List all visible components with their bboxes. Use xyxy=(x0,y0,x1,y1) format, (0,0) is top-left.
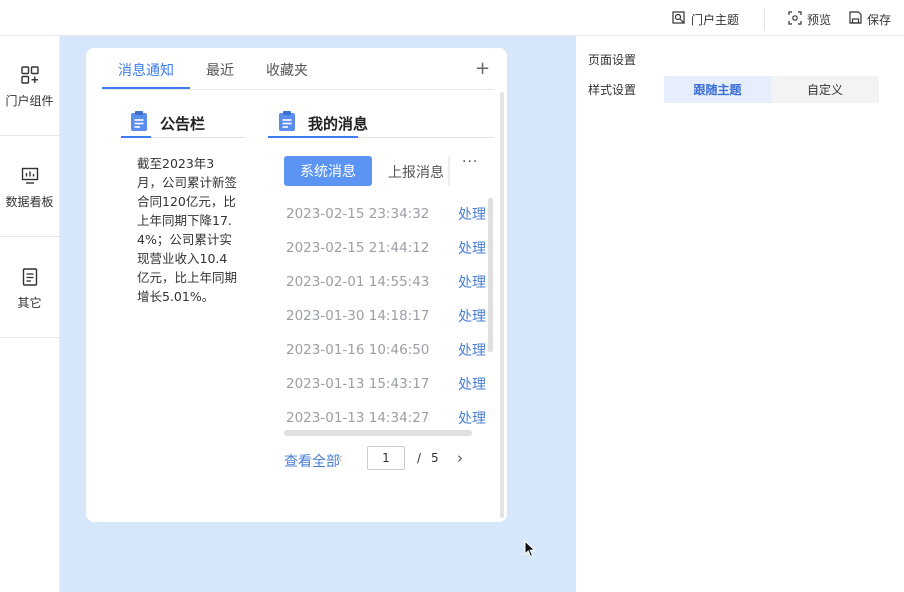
handle-link[interactable]: 处理 xyxy=(458,204,486,224)
message-row: 2023-01-30 14:18:17 处理 xyxy=(286,306,486,326)
message-row: 2023-02-01 14:55:43 处理 xyxy=(286,272,486,292)
top-toolbar: 门户主题 预览 保存 xyxy=(0,0,904,36)
add-tab-button[interactable]: + xyxy=(475,58,490,79)
message-row: 2023-01-13 14:34:27 处理 xyxy=(286,408,486,428)
preview-label: 预览 xyxy=(807,12,832,27)
dashboard-icon xyxy=(21,167,39,187)
messages-title: 我的消息 xyxy=(308,114,369,133)
card-scrollbar[interactable] xyxy=(500,92,504,518)
style-settings-label: 样式设置 xyxy=(588,83,637,97)
clipboard-icon xyxy=(130,110,148,136)
page-separator: / xyxy=(417,451,422,465)
page-number-input[interactable] xyxy=(367,446,405,470)
sidebar-item-other[interactable]: 其它 xyxy=(0,238,59,338)
message-row: 2023-02-15 23:34:32 处理 xyxy=(286,204,486,224)
tab-favorites[interactable]: 收藏夹 xyxy=(266,60,308,80)
message-time: 2023-02-15 21:44:12 xyxy=(286,240,430,256)
sidebar-item-data-dashboard[interactable]: 数据看板 xyxy=(0,137,59,237)
clipboard-icon xyxy=(278,110,296,136)
save-icon xyxy=(849,11,867,27)
theme-icon xyxy=(672,10,691,28)
bulletin-text: 截至2023年3月，公司累计新签合同120亿元，比上年同期下降17.4%；公司累… xyxy=(137,156,238,304)
report-messages-button[interactable]: 上报消息 xyxy=(388,162,444,182)
message-time: 2023-01-13 15:43:17 xyxy=(286,376,430,392)
message-time: 2023-01-13 14:34:27 xyxy=(286,410,430,426)
preview-button[interactable]: 预览 xyxy=(788,10,831,28)
bulletin-header: 公告栏 xyxy=(130,108,205,138)
messages-vertical-scrollbar[interactable] xyxy=(488,198,493,352)
handle-link[interactable]: 处理 xyxy=(458,374,486,394)
page-total: 5 xyxy=(431,451,439,465)
page-settings-heading: 页面设置 xyxy=(588,53,637,67)
sidebar-item-label: 门户组件 xyxy=(5,94,54,108)
handle-link[interactable]: 处理 xyxy=(458,340,486,360)
sidebar-item-label: 其它 xyxy=(17,296,42,310)
next-page-button[interactable]: › xyxy=(457,449,463,467)
document-icon xyxy=(22,268,38,288)
message-time: 2023-02-01 14:55:43 xyxy=(286,274,430,290)
custom-option[interactable]: 自定义 xyxy=(771,76,879,103)
sidebar-item-portal-components[interactable]: 门户组件 xyxy=(0,36,59,136)
component-sidebar: 门户组件 数据看板 其它 xyxy=(0,36,60,592)
card-tabs: 消息通知 最近 收藏夹 xyxy=(102,56,494,90)
message-row: 2023-01-13 15:43:17 处理 xyxy=(286,374,486,394)
more-messages-button[interactable]: ··· xyxy=(462,154,478,170)
settings-panel xyxy=(576,36,904,592)
system-messages-button[interactable]: 系统消息 xyxy=(284,156,372,186)
tab-recent[interactable]: 最近 xyxy=(206,60,234,80)
active-tab-indicator xyxy=(102,87,190,89)
messages-horizontal-scrollbar[interactable] xyxy=(284,430,472,436)
tab-notifications[interactable]: 消息通知 xyxy=(118,60,174,80)
message-time: 2023-02-15 23:34:32 xyxy=(286,206,430,222)
handle-link[interactable]: 处理 xyxy=(458,306,486,326)
portal-theme-button[interactable]: 门户主题 xyxy=(672,10,739,28)
messages-header: 我的消息 xyxy=(278,108,368,138)
sidebar-item-label: 数据看板 xyxy=(5,195,54,209)
portal-theme-label: 门户主题 xyxy=(691,12,740,27)
handle-link[interactable]: 处理 xyxy=(458,408,486,428)
grid-icon xyxy=(20,66,39,86)
bulletin-title-indicator xyxy=(121,136,151,138)
message-time: 2023-01-16 10:46:50 xyxy=(286,342,430,358)
save-button[interactable]: 保存 xyxy=(849,10,891,28)
prev-page-button[interactable]: ‹ xyxy=(337,449,343,467)
bulletin-title: 公告栏 xyxy=(160,114,206,133)
follow-theme-option[interactable]: 跟随主题 xyxy=(664,76,771,103)
messages-title-indicator xyxy=(268,136,358,138)
mouse-pointer-icon xyxy=(524,539,536,562)
save-label: 保存 xyxy=(867,12,892,27)
message-row: 2023-02-15 21:44:12 处理 xyxy=(286,238,486,258)
view-all-link[interactable]: 查看全部 xyxy=(284,451,340,471)
handle-link[interactable]: 处理 xyxy=(458,238,486,258)
message-time: 2023-01-30 14:18:17 xyxy=(286,308,430,324)
handle-link[interactable]: 处理 xyxy=(458,272,486,292)
message-tabs-edge xyxy=(448,156,450,186)
preview-icon xyxy=(788,10,807,28)
message-row: 2023-01-16 10:46:50 处理 xyxy=(286,340,486,360)
toolbar-divider xyxy=(764,8,765,30)
